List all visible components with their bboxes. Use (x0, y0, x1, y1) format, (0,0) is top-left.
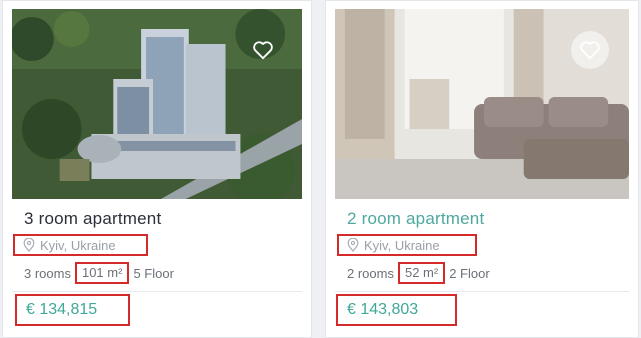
heart-outline-icon (580, 41, 600, 60)
listing-price: € 143,803 (336, 294, 457, 326)
favorite-button[interactable] (244, 31, 282, 69)
listing-title[interactable]: 3 room apartment (24, 209, 161, 229)
listing-card[interactable]: 3 room apartment Kyiv, Ukraine 3 rooms 1… (2, 0, 312, 338)
location-pin-icon (23, 238, 35, 252)
listing-location: Kyiv, Ukraine (337, 234, 477, 256)
rooms-count: 2 rooms (347, 265, 394, 281)
listing-title[interactable]: 2 room apartment (347, 209, 484, 229)
card-divider (335, 291, 629, 292)
listing-photo[interactable] (12, 9, 302, 199)
listing-location: Kyiv, Ukraine (13, 234, 148, 256)
listing-card[interactable]: 2 room apartment Kyiv, Ukraine 2 rooms 5… (325, 0, 639, 338)
favorite-button[interactable] (571, 31, 609, 69)
listing-specs: 2 rooms 52 m² 2 Floor (347, 262, 490, 284)
location-pin-icon (347, 238, 359, 252)
floor-value: 2 Floor (449, 265, 490, 281)
location-text: Kyiv, Ukraine (364, 237, 440, 253)
location-text: Kyiv, Ukraine (40, 237, 116, 253)
listing-specs: 3 rooms 101 m² 5 Floor (24, 262, 174, 284)
area-value: 52 m² (397, 262, 446, 284)
listing-price: € 134,815 (15, 294, 130, 326)
rooms-count: 3 rooms (24, 265, 71, 281)
card-divider (12, 291, 302, 292)
heart-outline-icon (253, 41, 273, 60)
area-value: 101 m² (74, 262, 130, 284)
listing-photo[interactable] (335, 9, 629, 199)
floor-value: 5 Floor (133, 265, 174, 281)
